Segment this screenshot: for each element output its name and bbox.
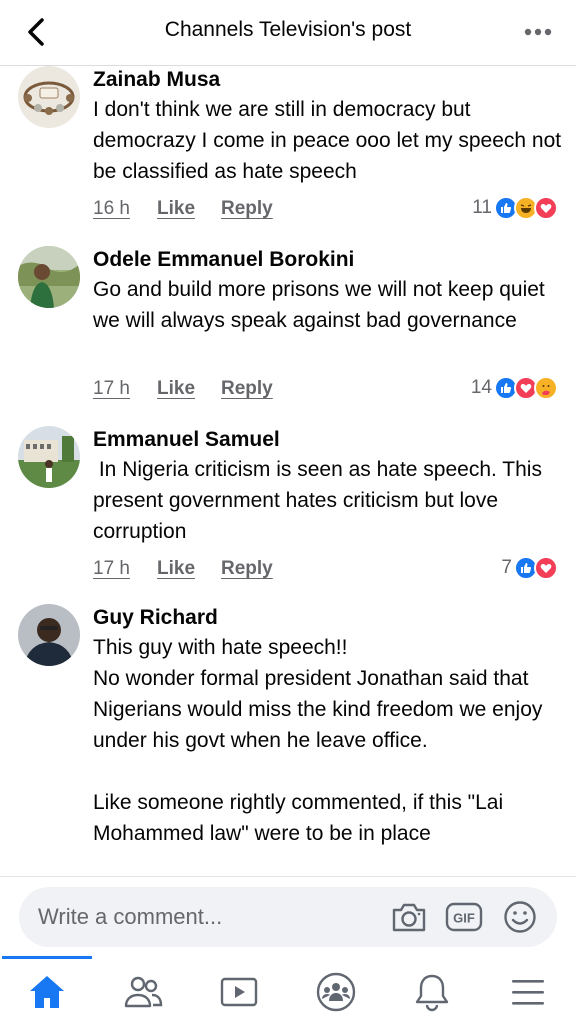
reaction-summary[interactable]: 7 [501,556,558,580]
gif-icon[interactable]: GIF [445,899,483,935]
reaction-summary[interactable]: 14 [471,376,558,400]
love-reaction-icon [534,196,558,220]
avatar[interactable] [18,604,80,666]
nav-friends[interactable] [119,970,167,1014]
comment-author[interactable]: Emmanuel Samuel [93,428,280,452]
home-icon [30,976,64,1008]
post-header: Channels Television's post [0,0,576,66]
nav-menu[interactable] [504,970,552,1014]
reaction-count: 7 [501,557,512,578]
nav-watch[interactable] [215,970,263,1014]
like-button[interactable]: Like [157,198,221,220]
reply-button[interactable]: Reply [221,378,273,400]
comment-time[interactable]: 17 h [93,378,157,400]
more-dots-icon [524,28,552,36]
nav-notifications[interactable] [408,970,456,1014]
avatar[interactable] [18,246,80,308]
comment-input-placeholder: Write a comment... [38,904,223,929]
menu-icon [512,980,544,1005]
comment-text: I don't think we are still in democracy … [93,98,567,183]
comment-author[interactable]: Odele Emmanuel Borokini [93,248,354,272]
friends-icon [124,976,163,1008]
reaction-count: 14 [470,377,492,398]
nav-groups[interactable] [312,970,360,1014]
comment-input[interactable]: Write a comment... GIF [19,887,557,947]
watch-icon [220,977,258,1007]
reaction-count: 11 [472,197,492,218]
care-reaction-icon [534,376,558,400]
comment-time[interactable]: 16 h [93,198,157,220]
reply-button[interactable]: Reply [221,558,273,580]
like-button[interactable]: Like [157,378,221,400]
comment-text: In Nigeria criticism is seen as hate spe… [93,458,548,543]
like-button[interactable]: Like [157,558,221,580]
more-options-button[interactable] [518,14,558,50]
camera-icon[interactable] [390,899,428,935]
comment-author[interactable]: Guy Richard [93,606,218,630]
groups-icon [316,972,356,1012]
love-reaction-icon [534,556,558,580]
comment-composer-bar: Write a comment... GIF [0,876,576,956]
nav-home[interactable] [23,970,71,1014]
comment-time[interactable]: 17 h [93,558,157,580]
reaction-summary[interactable]: 11 [472,196,558,220]
comment-text: This guy with hate speech!! No wonder fo… [93,636,543,845]
bottom-navigation [0,956,576,1024]
active-tab-indicator [2,956,92,959]
comment-text: Go and build more prisons we will not ke… [93,278,551,332]
comment-meta: 17 h Like Reply [93,558,273,580]
comment-meta: 17 h Like Reply [93,378,273,400]
comment-author[interactable]: Zainab Musa [93,68,220,92]
comment-meta: 16 h Like Reply [93,198,273,220]
avatar[interactable] [18,66,80,128]
avatar[interactable] [18,426,80,488]
notifications-icon [415,974,449,1012]
svg-text:GIF: GIF [453,911,475,926]
reply-button[interactable]: Reply [221,198,273,220]
emoji-icon[interactable] [501,899,539,935]
page-title: Channels Television's post [164,18,412,41]
comment-list[interactable]: Zainab Musa I don't think we are still i… [0,66,576,876]
